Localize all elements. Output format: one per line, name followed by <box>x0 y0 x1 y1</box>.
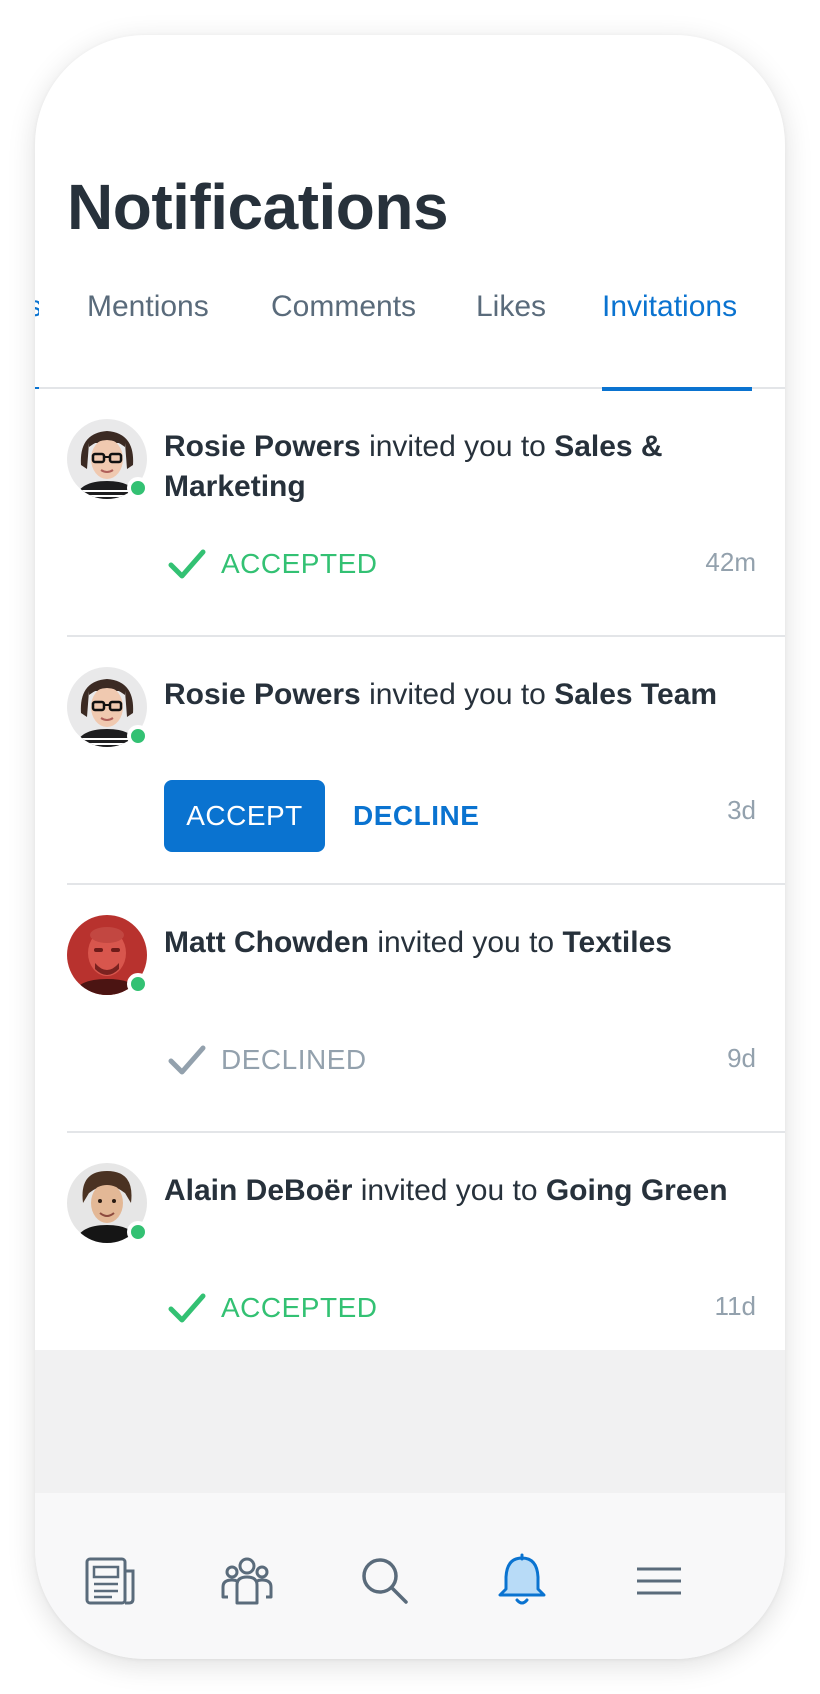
nav-menu[interactable] <box>631 1553 687 1609</box>
nav-notifications[interactable] <box>494 1553 550 1609</box>
status-accepted: ACCEPTED <box>167 1288 377 1328</box>
tab-partial-underline <box>35 387 39 389</box>
notification-user[interactable]: Matt Chowden <box>164 926 369 959</box>
notification-user[interactable]: Rosie Powers <box>164 678 361 711</box>
avatar[interactable] <box>67 1163 149 1243</box>
checkmark-icon <box>168 549 206 579</box>
notification-item[interactable]: Rosie Powers invited you to Sales Team A… <box>67 637 785 885</box>
timestamp: 3d <box>727 795 756 825</box>
search-icon <box>362 1558 408 1604</box>
tab-mentions[interactable]: Mentions <box>87 277 209 389</box>
tab-partial-label: s <box>35 290 39 323</box>
online-indicator <box>127 725 149 747</box>
avatar[interactable] <box>67 667 149 747</box>
status-accepted: ACCEPTED <box>167 544 377 584</box>
nav-newspaper[interactable] <box>82 1553 138 1609</box>
notification-action: invited you to <box>360 678 555 711</box>
nav-people[interactable] <box>219 1553 275 1609</box>
status-label: DECLINED <box>221 1044 367 1075</box>
tab-invitations-label: Invitations <box>602 290 738 323</box>
decline-button[interactable]: DECLINE <box>353 780 479 852</box>
tab-mentions-label: Mentions <box>87 290 209 323</box>
notification-text: Alain DeBoër invited you to Going Green <box>164 1171 764 1211</box>
page-title: Notifications <box>67 171 449 243</box>
phone-frame: Notifications s Mentions Comments Likes … <box>35 35 785 1659</box>
timestamp: 11d <box>714 1291 756 1321</box>
checkmark-icon <box>168 1045 206 1075</box>
notification-target[interactable]: Going Green <box>546 1174 728 1207</box>
status-label: ACCEPTED <box>221 1292 378 1323</box>
tab-bar: s Mentions Comments Likes Invitations <box>35 277 785 391</box>
bottom-nav <box>35 1493 785 1659</box>
tab-partial[interactable]: s <box>35 277 39 389</box>
notification-item[interactable]: Matt Chowden invited you to Textiles DEC… <box>67 885 785 1133</box>
tab-likes-label: Likes <box>476 290 547 323</box>
checkmark-icon <box>168 1293 206 1323</box>
online-indicator <box>127 477 149 499</box>
bell-icon <box>498 1553 546 1605</box>
online-indicator <box>127 973 149 995</box>
notifications-screen: Notifications s Mentions Comments Likes … <box>35 35 785 1381</box>
notification-action: invited you to <box>352 1174 546 1207</box>
accept-button[interactable]: ACCEPT <box>164 780 325 852</box>
notification-target[interactable]: Sales Team <box>554 678 717 711</box>
timestamp: 42m <box>705 547 756 577</box>
notification-target[interactable]: Textiles <box>562 926 672 959</box>
newspaper-icon <box>85 1557 135 1605</box>
people-icon <box>221 1557 273 1605</box>
notification-item[interactable]: Alain DeBoër invited you to Going Green … <box>67 1133 785 1381</box>
notification-action: invited you to <box>368 926 563 959</box>
avatar[interactable] <box>67 915 149 995</box>
status-label: ACCEPTED <box>221 548 378 579</box>
notification-item[interactable]: Rosie Powers invited you to Sales & Mark… <box>67 389 785 637</box>
empty-area <box>35 1350 785 1493</box>
notification-text: Rosie Powers invited you to Sales Team <box>164 675 764 715</box>
tab-invitations[interactable]: Invitations <box>602 277 752 391</box>
notification-text: Rosie Powers invited you to Sales & Mark… <box>164 427 764 507</box>
notification-user[interactable]: Alain DeBoër <box>164 1174 352 1207</box>
tab-comments[interactable]: Comments <box>271 277 416 389</box>
notification-action: invited you to <box>360 430 555 463</box>
notification-user[interactable]: Rosie Powers <box>164 430 361 463</box>
nav-search[interactable] <box>357 1553 413 1609</box>
status-declined: DECLINED <box>167 1040 367 1080</box>
menu-icon <box>637 1567 681 1595</box>
avatar[interactable] <box>67 419 149 499</box>
notification-text: Matt Chowden invited you to Textiles <box>164 923 764 963</box>
timestamp: 9d <box>727 1043 756 1073</box>
online-indicator <box>127 1221 149 1243</box>
tab-likes[interactable]: Likes <box>476 277 546 389</box>
tab-comments-label: Comments <box>271 290 417 323</box>
